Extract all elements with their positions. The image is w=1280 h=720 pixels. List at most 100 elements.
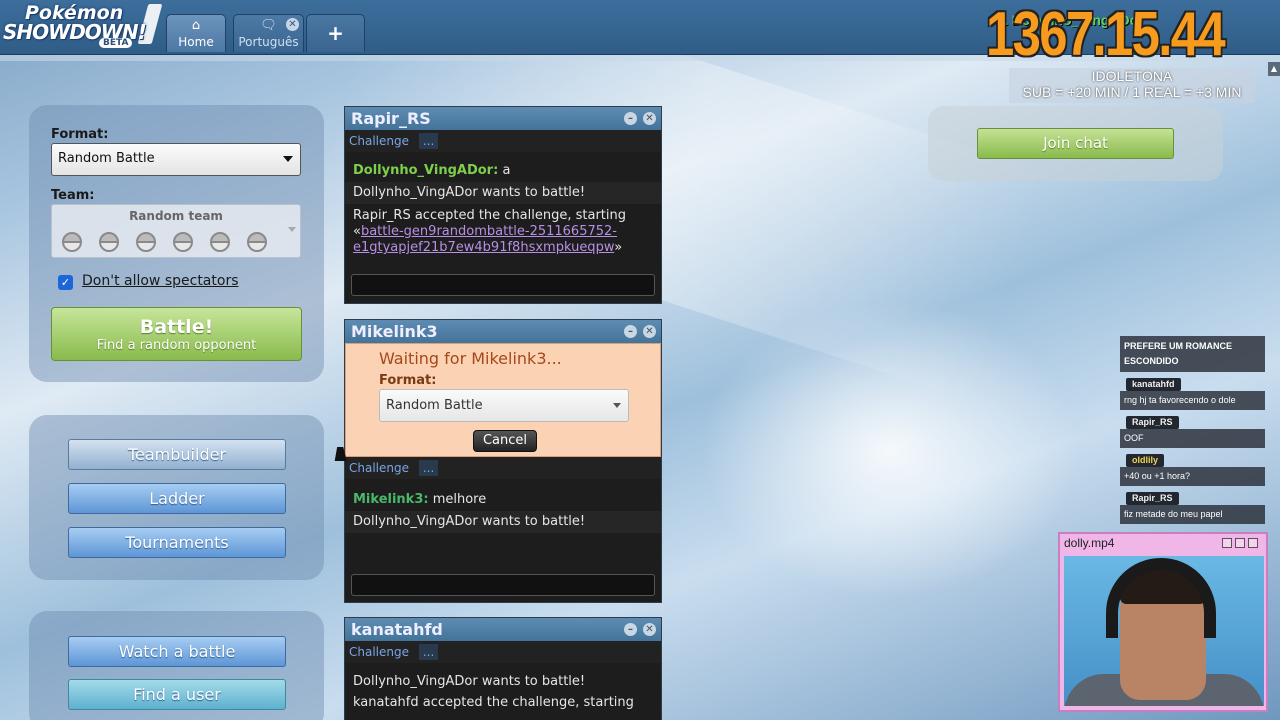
- chat-user[interactable]: Mikelink3:: [353, 492, 429, 507]
- pm-window-kanatahfd: kanatahfd – ✕ Challenge ... Dollynho_Vin…: [344, 617, 662, 720]
- pokeball-icon: [247, 232, 267, 252]
- more-options-button[interactable]: ...: [418, 644, 439, 660]
- chat-message: Dollynho_VingADor wants to battle!: [345, 511, 661, 533]
- pokeball-icon: [210, 232, 230, 252]
- find-user-button[interactable]: Find a user: [68, 679, 286, 710]
- chat-message: Dollynho_VingADor: a: [345, 160, 661, 182]
- minimize-icon[interactable]: –: [624, 623, 637, 636]
- chat-message: kanatahfd accepted the challenge, starti…: [353, 695, 634, 710]
- ladder-button[interactable]: Ladder: [68, 483, 286, 514]
- tournaments-button[interactable]: Tournaments: [68, 527, 286, 558]
- challenge-waiting-box: Waiting for Mikelink3... Format: Random …: [345, 343, 661, 457]
- webcam-title: dolly.mp4: [1064, 536, 1115, 550]
- stream-chat-message: PREFERE UM ROMANCE ESCONDIDO: [1120, 336, 1265, 372]
- stream-timer: 1367.15.44: [986, 0, 1226, 69]
- close-icon[interactable]: ✕: [643, 623, 656, 636]
- stream-chat-user: oldlily: [1126, 454, 1165, 467]
- tab-home[interactable]: ⌂ Home: [166, 14, 226, 52]
- pm-title[interactable]: kanatahfd – ✕: [345, 618, 661, 641]
- stream-chat-message: OOF: [1120, 429, 1265, 448]
- tab-portugues[interactable]: 🗨 Português ✕: [233, 14, 304, 52]
- mouse-cursor-icon: [334, 447, 350, 461]
- challenge-format-label: Format:: [379, 373, 437, 388]
- challenge-format-select[interactable]: Random Battle: [379, 389, 629, 422]
- stream-chat-user: kanatahfd: [1126, 378, 1181, 391]
- pm-input[interactable]: [351, 274, 655, 296]
- pokeball-icon: [62, 232, 82, 252]
- challenge-button[interactable]: Challenge: [349, 645, 409, 659]
- pm-window-mikelink: Mikelink3 – ✕ Waiting for Mikelink3... F…: [344, 319, 662, 603]
- pokeball-icon: [173, 232, 193, 252]
- join-chat-button[interactable]: Join chat: [977, 128, 1174, 159]
- battle-button-sublabel: Find a random opponent: [96, 338, 257, 353]
- challenge-button[interactable]: Challenge: [349, 461, 409, 475]
- showdown-logo[interactable]: Pokémon SHOWDOWN! BETA: [3, 2, 163, 50]
- pokeball-icon: [136, 232, 156, 252]
- pm-title-name: kanatahfd: [351, 620, 443, 639]
- pm-input[interactable]: [351, 574, 655, 596]
- minimize-icon[interactable]: –: [624, 325, 637, 338]
- challenge-format-value: Random Battle: [386, 398, 483, 413]
- stream-chat-entry: kanatahfd rng hj ta favorecendo o dole: [1120, 376, 1265, 410]
- format-select[interactable]: Random Battle: [51, 143, 301, 176]
- challenge-button[interactable]: Challenge: [349, 134, 409, 148]
- pm-toolbar: Challenge ...: [345, 130, 661, 152]
- stream-chat-entry: Rapir_RS OOF: [1120, 414, 1265, 448]
- pm-title-name: Rapir_RS: [351, 109, 431, 128]
- plus-icon: +: [327, 21, 344, 45]
- chevron-down-icon: [283, 156, 293, 162]
- chat-message: Rapir_RS accepted the challenge, startin…: [345, 204, 661, 259]
- sidebar-toggle-icon[interactable]: ▲: [1268, 62, 1280, 76]
- pm-toolbar: Challenge ...: [345, 641, 661, 663]
- stream-chat-message: fiz metade do meu papel: [1120, 505, 1265, 524]
- waiting-text: Waiting for Mikelink3...: [379, 349, 562, 368]
- close-icon[interactable]: ✕: [643, 325, 656, 338]
- chat-user[interactable]: Dollynho_VingADor:: [353, 163, 498, 178]
- format-label: Format:: [51, 127, 109, 142]
- team-select[interactable]: Random team: [51, 204, 301, 258]
- maximize-icon: [1235, 538, 1245, 548]
- minimize-icon: [1222, 538, 1232, 548]
- spectators-label[interactable]: Don't allow spectators: [82, 273, 239, 289]
- battle-link[interactable]: battle-gen9randombattle-2511665752-e1gty…: [353, 224, 617, 255]
- stream-chat-entry: Rapir_RS fiz metade do meu papel: [1120, 490, 1265, 524]
- sub-info: SUB = +20 MIN / 1 REAL = +3 MIN: [1022, 84, 1242, 100]
- format-select-value: Random Battle: [58, 151, 155, 166]
- watch-battle-button[interactable]: Watch a battle: [68, 636, 286, 667]
- channel-name: IDOLETONA: [1091, 68, 1173, 84]
- chat-text: melhore: [432, 492, 487, 507]
- battle-button[interactable]: Battle! Find a random opponent: [51, 307, 302, 361]
- close-icon: [1248, 538, 1258, 548]
- chat-message: Dollynho_VingADor wants to battle!: [353, 674, 586, 689]
- chat-message: Mikelink3: melhore: [345, 489, 661, 511]
- minimize-icon[interactable]: –: [624, 112, 637, 125]
- more-options-button[interactable]: ...: [418, 460, 439, 476]
- sub-info-box: IDOLETONA SUB = +20 MIN / 1 REAL = +3 MI…: [1009, 68, 1255, 103]
- stream-chat-entry: oldlily +40 ou +1 hora?: [1120, 452, 1265, 486]
- tab-new[interactable]: +: [306, 14, 365, 52]
- stream-chat-user: Rapir_RS: [1126, 492, 1179, 505]
- chat-text: »: [614, 240, 623, 255]
- pokeball-icon: [99, 232, 119, 252]
- spectators-checkbox[interactable]: ✓: [58, 275, 73, 290]
- chevron-down-icon: [288, 227, 296, 232]
- cancel-button[interactable]: Cancel: [473, 430, 537, 452]
- pm-title-name: Mikelink3: [351, 322, 438, 341]
- logo-beta-badge: BETA: [99, 38, 133, 48]
- stream-chat-message: rng hj ta favorecendo o dole: [1120, 391, 1265, 410]
- close-tab-icon[interactable]: ✕: [286, 18, 299, 31]
- background-glow: [700, 300, 1080, 600]
- webcam-video: [1064, 556, 1264, 706]
- pm-title[interactable]: Rapir_RS – ✕: [345, 107, 661, 130]
- close-icon[interactable]: ✕: [643, 112, 656, 125]
- headphones-icon: [1106, 558, 1216, 638]
- home-icon: ⌂: [191, 18, 201, 33]
- teambuilder-button[interactable]: Teambuilder: [68, 439, 286, 470]
- team-label: Team:: [51, 188, 95, 203]
- pm-title[interactable]: Mikelink3 – ✕: [345, 320, 661, 343]
- tab-portugues-label: Português: [238, 35, 299, 49]
- stream-chat-user: Rapir_RS: [1126, 416, 1179, 429]
- battle-button-label: Battle!: [139, 316, 214, 338]
- more-options-button[interactable]: ...: [418, 133, 439, 149]
- chat-text: a: [502, 163, 511, 178]
